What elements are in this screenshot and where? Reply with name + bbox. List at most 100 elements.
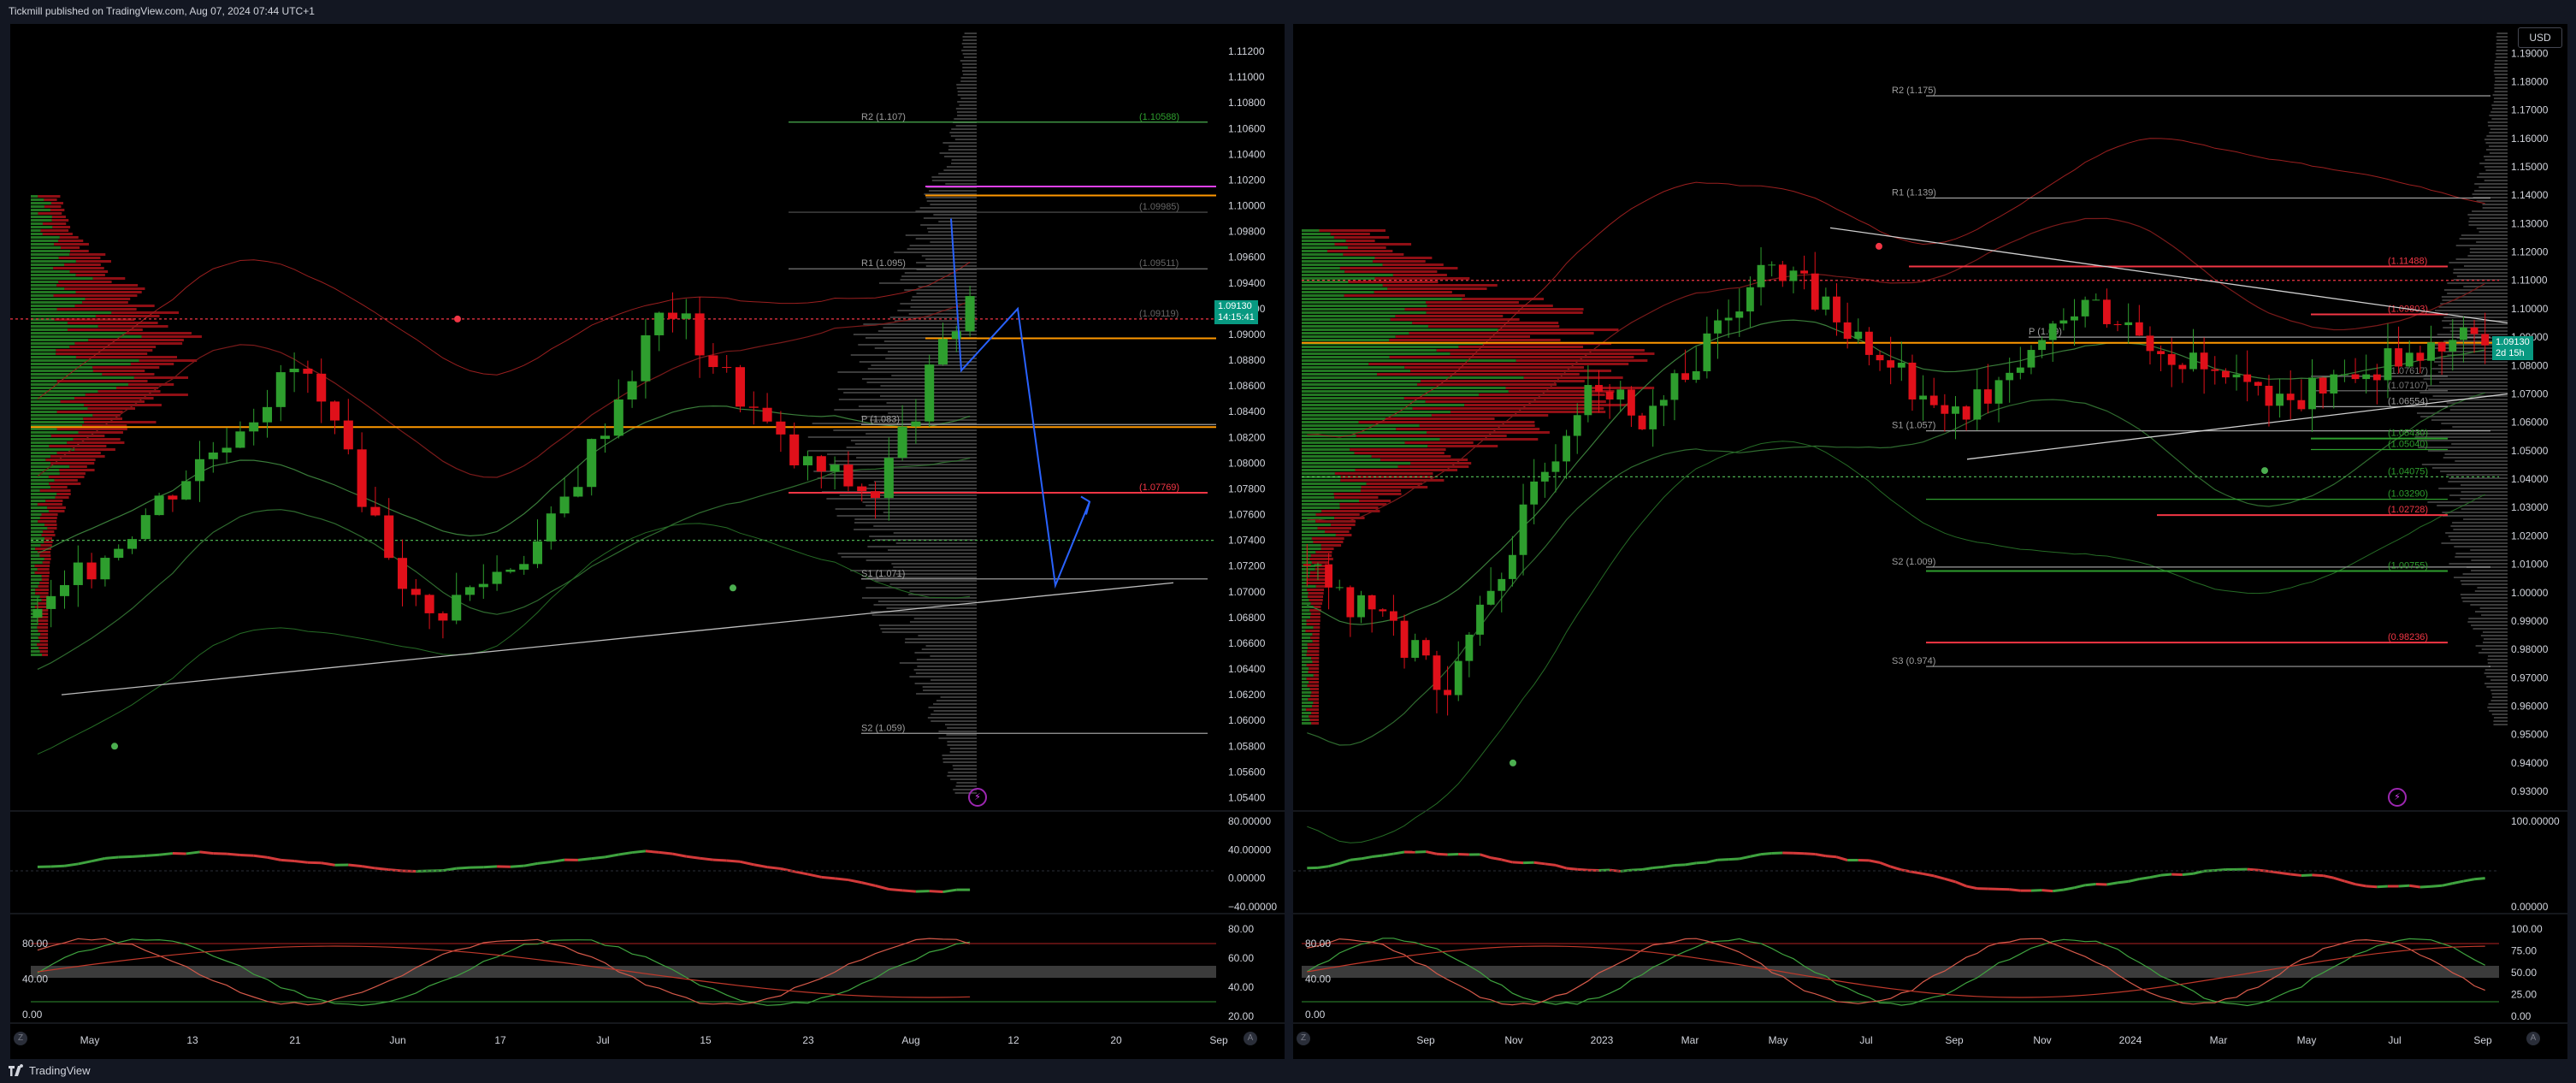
left-chart-panel[interactable]: R2 (1.107) (1.10588) (1.09985) R1 (1.095) (1… bbox=[10, 24, 1285, 1059]
visible-range-profile-bar bbox=[2440, 470, 2508, 472]
zoom-icon[interactable]: Z bbox=[14, 1032, 27, 1045]
volume-profile-bar-up bbox=[1302, 359, 1516, 362]
volume-profile-bar-up bbox=[31, 240, 59, 242]
volume-profile-bar-down bbox=[37, 619, 49, 622]
visible-range-profile-bar bbox=[874, 347, 977, 349]
zoom-icon[interactable]: Z bbox=[1297, 1032, 1310, 1045]
volume-profile-bar-down bbox=[34, 571, 50, 574]
pivot-s3-label: S3 (0.974) bbox=[1892, 656, 1935, 666]
visible-range-profile-bar bbox=[854, 522, 977, 524]
visible-range-profile-bar bbox=[2468, 224, 2508, 226]
candle-down bbox=[2437, 342, 2446, 352]
visible-range-profile-bar bbox=[2475, 645, 2508, 647]
visible-range-profile-bar bbox=[850, 440, 977, 441]
momentum-oscillator-segment bbox=[1371, 854, 1383, 859]
visible-range-profile-bar bbox=[933, 214, 977, 216]
visible-range-profile-bar bbox=[866, 559, 977, 561]
visible-range-profile-bar bbox=[2453, 272, 2508, 274]
visible-range-profile-bar bbox=[909, 245, 977, 246]
volume-profile-bar-down bbox=[1306, 582, 1326, 584]
stochastic-right-label: 100.00 bbox=[2511, 923, 2543, 935]
volume-profile-bar-up bbox=[31, 243, 55, 246]
left-chart-canvas[interactable]: R2 (1.107) (1.10588) (1.09985) R1 (1.095) (1… bbox=[10, 24, 1285, 1059]
candle-down bbox=[1800, 270, 1809, 274]
volume-profile-bar-up bbox=[31, 308, 57, 311]
momentum-oscillator-segment bbox=[1415, 850, 1427, 854]
visible-range-profile-bar bbox=[2496, 56, 2508, 58]
signal-dot bbox=[730, 584, 736, 592]
right-chart-panel[interactable]: R2 (1.175)R1 (1.139)(1.11488)(1.09803)P … bbox=[1293, 24, 2567, 1059]
flash-icon[interactable]: ⚡ bbox=[2388, 788, 2407, 807]
current-price-tag: 1.09130 14:15:41 bbox=[1214, 300, 1258, 324]
candle-down bbox=[1325, 564, 1333, 588]
momentum-oscillator-segment bbox=[1717, 858, 1729, 861]
visible-range-profile-bar bbox=[2496, 33, 2508, 34]
visible-range-profile-bar bbox=[2494, 84, 2508, 86]
candle-down bbox=[857, 486, 867, 492]
visible-range-profile-bar bbox=[915, 238, 977, 240]
level-label-3: (1.07617) bbox=[2388, 366, 2428, 376]
visible-range-profile-bar bbox=[2449, 323, 2508, 325]
volume-profile-bar-down bbox=[47, 527, 57, 530]
volume-profile-bar-down bbox=[73, 438, 121, 441]
panel-divider[interactable] bbox=[1285, 24, 1293, 1059]
volume-profile-bar-down bbox=[1308, 698, 1320, 701]
candle-up bbox=[2027, 350, 2035, 368]
visible-range-profile-bar bbox=[2454, 577, 2508, 578]
pivot-r1-label: R1 (1.139) bbox=[1892, 187, 1936, 198]
visible-range-profile-bar bbox=[883, 340, 977, 342]
volume-profile-bar-up bbox=[1302, 294, 1344, 297]
momentum-oscillator-segment bbox=[942, 888, 957, 894]
visible-range-profile-bar bbox=[2484, 156, 2508, 157]
auto-scale-icon[interactable]: A bbox=[2526, 1032, 2540, 1045]
candle-up bbox=[1530, 481, 1539, 505]
volume-profile-bar-up bbox=[31, 503, 38, 506]
candle-up bbox=[1486, 590, 1495, 605]
volume-profile-bar-up bbox=[31, 496, 56, 499]
candle-up bbox=[654, 312, 665, 335]
volume-profile-bar-up bbox=[1302, 270, 1345, 273]
tradingview-brand[interactable]: TradingView bbox=[9, 1063, 91, 1077]
candle-up bbox=[1649, 405, 1657, 429]
visible-range-profile-bar bbox=[856, 457, 977, 459]
volume-profile-bar-up bbox=[1302, 640, 1313, 642]
volume-profile-bar-up bbox=[1302, 671, 1309, 673]
auto-scale-icon[interactable]: A bbox=[1244, 1032, 1257, 1045]
momentum-oscillator-segment bbox=[2106, 881, 2118, 886]
visible-range-profile-bar bbox=[837, 371, 977, 373]
visible-range-profile-bar bbox=[2481, 614, 2508, 616]
volume-profile-bar-down bbox=[141, 335, 202, 338]
visible-range-profile-bar bbox=[2437, 505, 2508, 506]
volume-profile-bar-up bbox=[1302, 233, 1331, 235]
visible-range-profile-bar bbox=[2482, 631, 2508, 633]
time-axis-label: Jul bbox=[596, 1034, 609, 1046]
right-chart-canvas[interactable]: R2 (1.175)R1 (1.139)(1.11488)(1.09803)P … bbox=[1293, 24, 2567, 1059]
stochastic-left-label: 40.00 bbox=[1305, 974, 1331, 985]
volume-profile-bar-up bbox=[31, 455, 51, 458]
candle-down bbox=[1941, 405, 1949, 414]
visible-range-profile-bar bbox=[2448, 481, 2508, 482]
volume-profile-bar-up bbox=[31, 630, 38, 632]
volume-profile-bar-up bbox=[1302, 356, 1390, 358]
visible-range-profile-bar bbox=[2486, 686, 2508, 688]
volume-profile-bar-up bbox=[1302, 469, 1356, 471]
visible-range-profile-bar bbox=[2493, 724, 2508, 725]
candle-down bbox=[2351, 374, 2360, 380]
visible-range-profile-bar bbox=[904, 272, 977, 274]
momentum-oscillator-segment bbox=[591, 855, 606, 861]
currency-button[interactable]: USD bbox=[2518, 27, 2562, 48]
candle-down bbox=[2416, 352, 2425, 361]
candle-down bbox=[1433, 655, 1441, 690]
volume-profile-bar-up bbox=[31, 359, 139, 362]
volume-profile-bar-up bbox=[1302, 705, 1313, 707]
volume-profile-bar-up bbox=[31, 298, 86, 300]
momentum-oscillator-segment bbox=[2063, 886, 2075, 891]
volume-profile-bar-down bbox=[60, 246, 80, 249]
volume-profile-bar-up bbox=[1302, 380, 1421, 382]
flash-icon[interactable]: ⚡ bbox=[968, 788, 987, 807]
visible-range-profile-bar bbox=[850, 354, 977, 356]
visible-range-profile-bar bbox=[2469, 248, 2508, 250]
candle-up bbox=[2071, 316, 2078, 321]
candle-down bbox=[2200, 352, 2208, 370]
visible-range-profile-bar bbox=[2427, 385, 2508, 387]
